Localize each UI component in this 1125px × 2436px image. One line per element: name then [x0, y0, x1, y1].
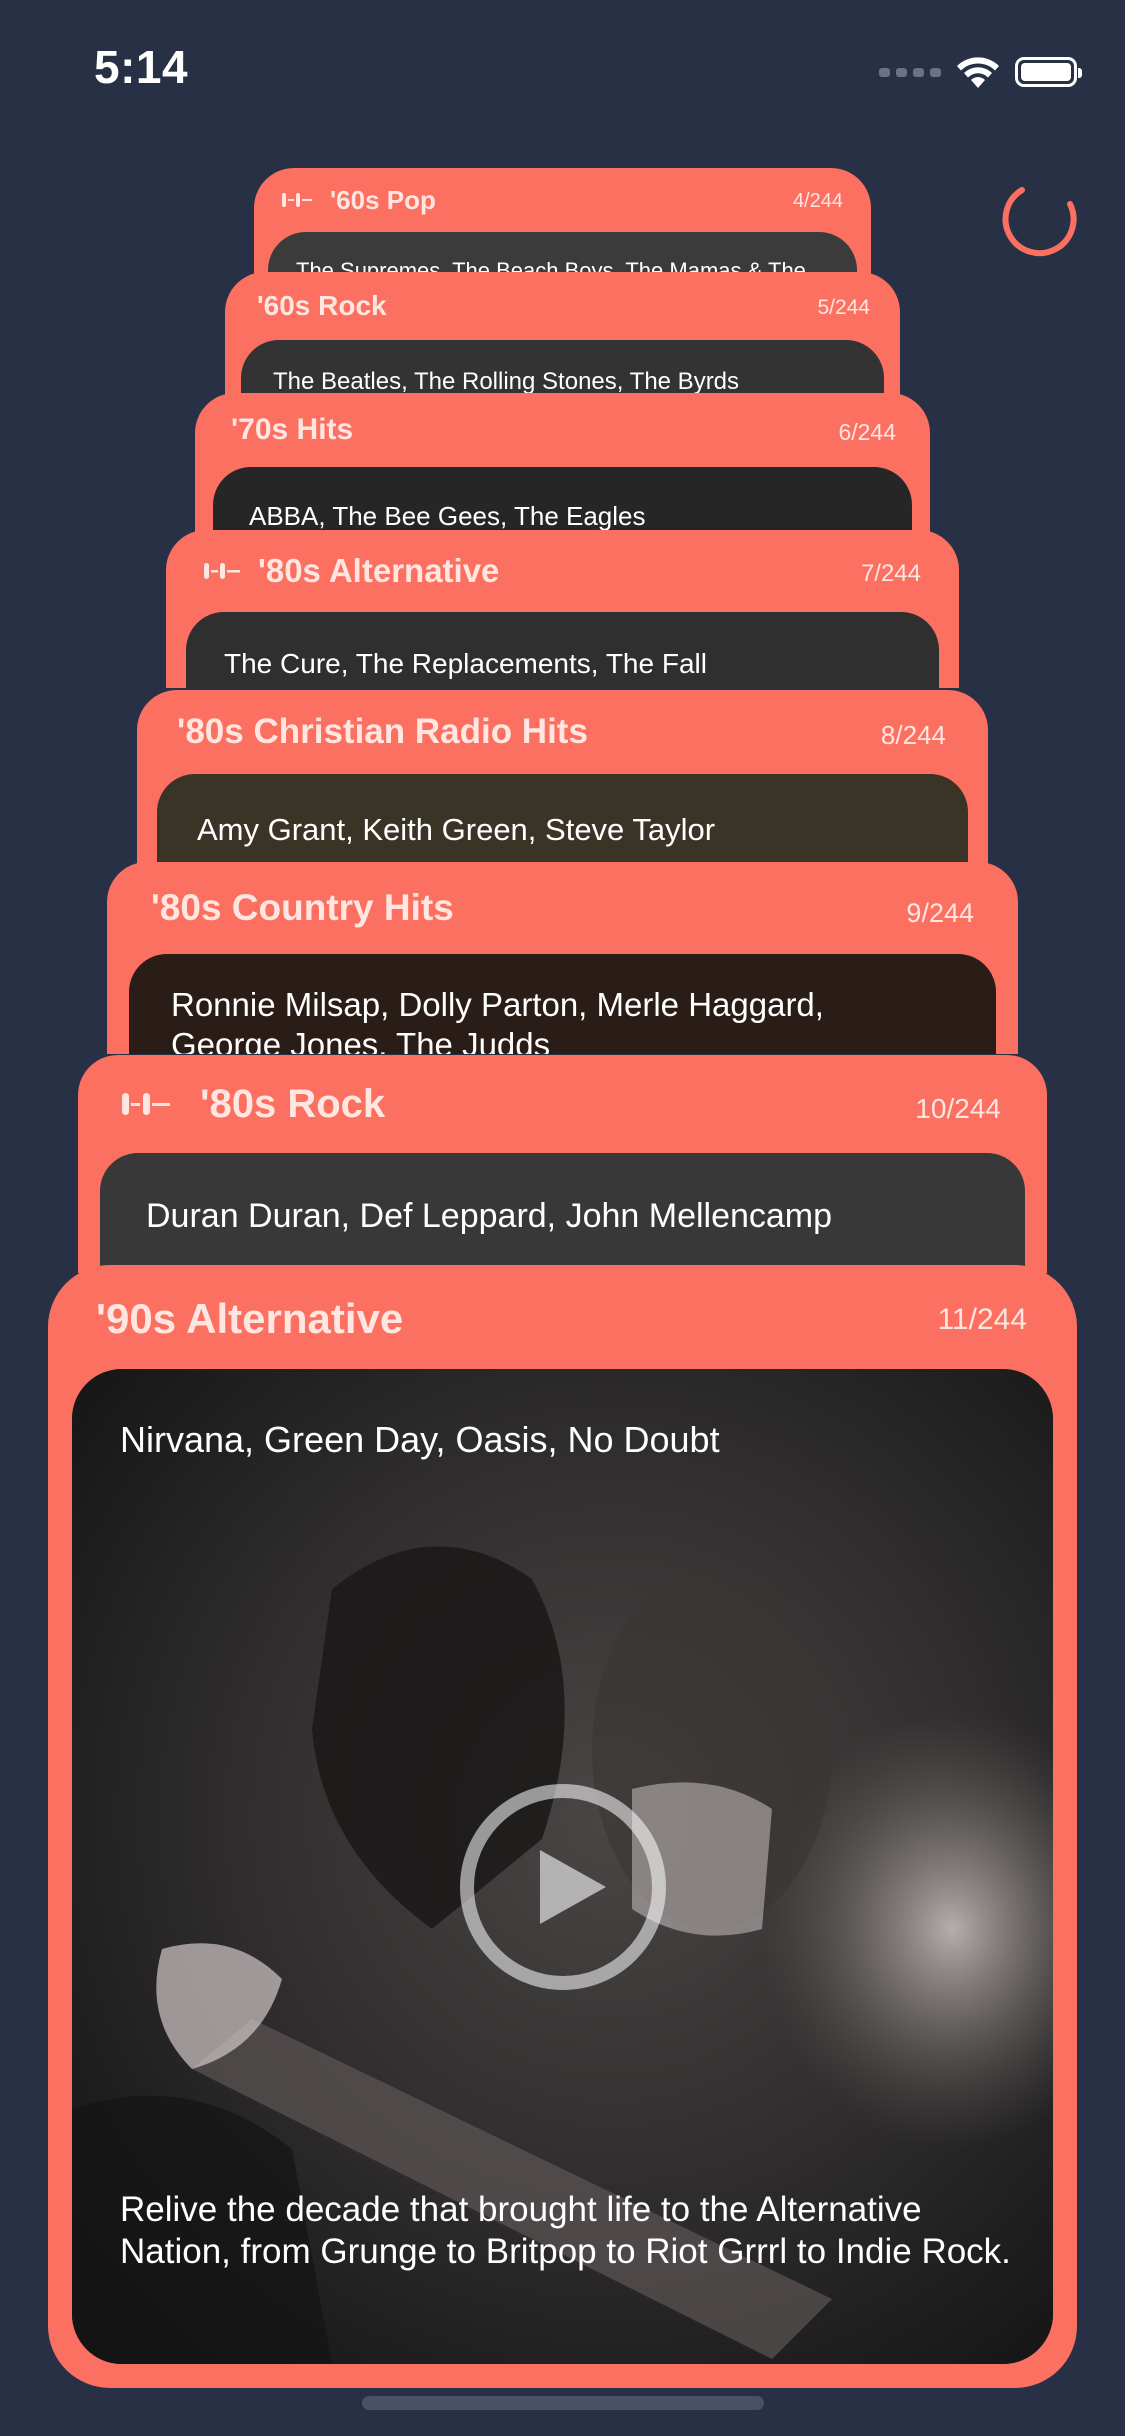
card-count: 4/244 — [792, 190, 843, 212]
card-title: '70s Hits — [231, 413, 354, 446]
card-artwork: Nirvana, Green Day, Oasis, No Doubt Reli… — [72, 1369, 1053, 2364]
card-artists-line2: George Jones, The Judds — [171, 1026, 551, 1054]
card-artwork: Duran Duran, Def Leppard, John Mellencam… — [100, 1153, 1025, 1273]
wifi-icon — [957, 57, 999, 88]
card-count: 10/244 — [915, 1093, 1001, 1124]
station-description: Relive the decade that brought life to t… — [120, 2190, 1011, 2271]
card-count: 7/244 — [860, 560, 921, 587]
now-playing-pulse-icon — [122, 1093, 170, 1115]
station-card[interactable]: '70s Hits 6/244 ABBA, The Bee Gees, The … — [195, 393, 930, 533]
now-playing-pulse-icon — [282, 193, 312, 207]
card-title: '80s Christian Radio Hits — [177, 712, 588, 751]
station-card[interactable]: '80s Christian Radio Hits 8/244 Amy Gran… — [137, 690, 988, 866]
card-count: 9/244 — [906, 898, 974, 928]
status-icons — [879, 52, 1082, 92]
card-artists: The Cure, The Replacements, The Fall — [224, 648, 707, 679]
station-card[interactable]: '80s Alternative 7/244 The Cure, The Rep… — [166, 530, 959, 688]
station-card[interactable]: '60s Rock 5/244 The Beatles, The Rolling… — [225, 272, 900, 396]
app-screen: 5:14 '60s Pop 4/244 The Supremes, The Be… — [0, 0, 1125, 2436]
card-artists: The Beatles, The Rolling Stones, The Byr… — [273, 368, 740, 395]
play-icon[interactable] — [458, 1782, 668, 1992]
card-count: 5/244 — [817, 296, 870, 319]
card-title: '80s Country Hits — [151, 887, 454, 928]
card-title: '60s Pop — [330, 184, 436, 215]
card-title: '60s Rock — [257, 290, 387, 321]
home-indicator[interactable] — [362, 2396, 764, 2410]
status-time: 5:14 — [94, 41, 189, 93]
loading-spinner-icon — [1002, 187, 1077, 257]
station-card[interactable]: '80s Rock 10/244 Duran Duran, Def Leppar… — [78, 1055, 1047, 1273]
card-title: '80s Rock — [200, 1081, 386, 1126]
station-card[interactable]: '80s Country Hits 9/244 Ronnie Milsap, D… — [107, 862, 1018, 1054]
card-count: 8/244 — [880, 720, 946, 750]
station-card-active[interactable]: '90s Alternative 11/244 Nirvana, Green D… — [48, 1265, 1077, 2388]
card-artists: Amy Grant, Keith Green, Steve Taylor — [197, 812, 716, 847]
card-artwork: Amy Grant, Keith Green, Steve Taylor — [157, 774, 968, 866]
card-artwork: The Beatles, The Rolling Stones, The Byr… — [241, 340, 884, 396]
battery-icon — [1015, 57, 1082, 87]
cellular-signal-icon — [879, 67, 941, 77]
card-artists: ABBA, The Bee Gees, The Eagles — [249, 501, 646, 531]
card-artists: Ronnie Milsap, Dolly Parton, Merle Hagga… — [171, 986, 824, 1023]
card-artwork: ABBA, The Bee Gees, The Eagles — [213, 467, 912, 533]
card-count: 6/244 — [838, 419, 896, 445]
card-artwork: The Cure, The Replacements, The Fall — [186, 612, 939, 688]
card-title: '90s Alternative — [96, 1295, 404, 1342]
card-artwork: Ronnie Milsap, Dolly Parton, Merle Hagga… — [129, 954, 996, 1054]
card-count: 11/244 — [937, 1303, 1027, 1336]
card-title: '80s Alternative — [258, 552, 500, 589]
card-artists: Nirvana, Green Day, Oasis, No Doubt — [120, 1419, 720, 1460]
now-playing-pulse-icon — [204, 563, 240, 579]
card-artists: Duran Duran, Def Leppard, John Mellencam… — [146, 1197, 833, 1235]
